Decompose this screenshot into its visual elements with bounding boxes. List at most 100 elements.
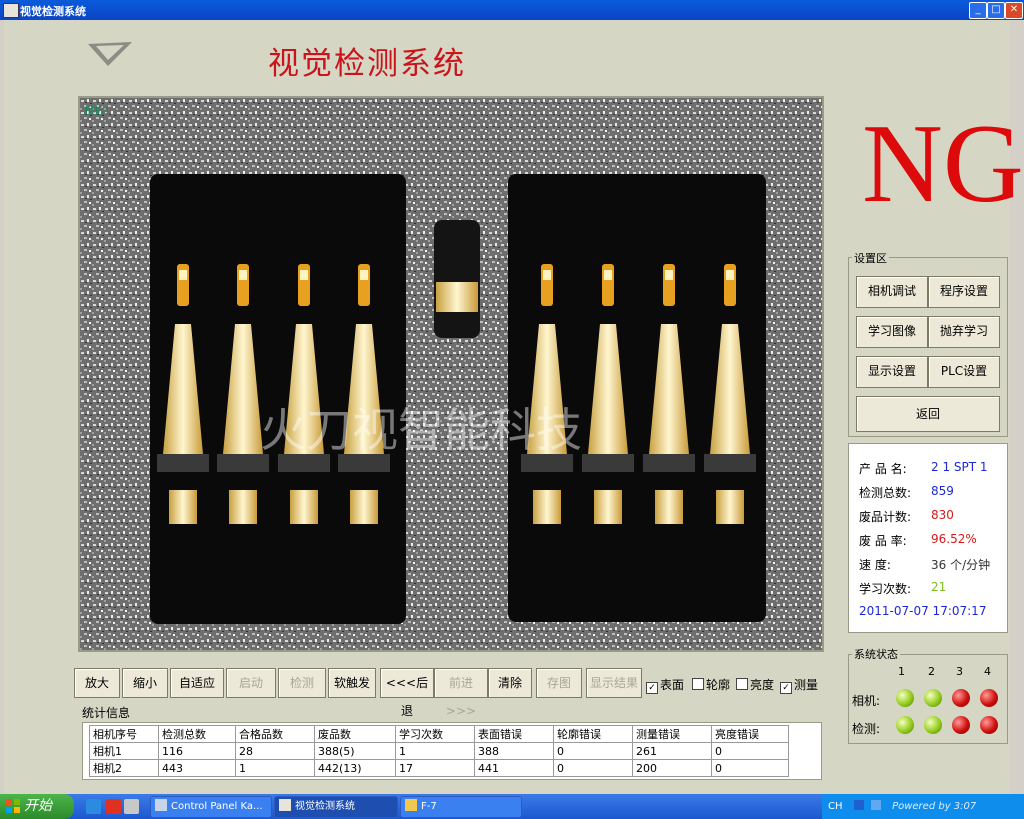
close-button[interactable]: ✕ xyxy=(1005,2,1023,19)
camera-view[interactable]: 火刀视智能科技 相机1 xyxy=(78,96,824,652)
app-icon xyxy=(279,799,291,811)
contour-check-box[interactable] xyxy=(692,678,704,690)
measure-check-label: 测量 xyxy=(794,678,819,692)
datetime: 2011-07-07 17:07:17 xyxy=(859,604,987,618)
return-button[interactable]: 返回 xyxy=(856,396,1000,432)
col-header: 学习次数 xyxy=(395,725,475,743)
camera-status-led-3 xyxy=(952,689,970,707)
quicklaunch-app-icon[interactable] xyxy=(106,799,121,814)
stats-table: 相机序号 检测总数 合格品数 废品数 学习次数 表面错误 轮廓错误 测量错误 亮… xyxy=(89,725,789,777)
discard-learning-button[interactable]: 抛弃学习 xyxy=(928,316,1000,348)
forward-button[interactable]: 前进>>> xyxy=(434,668,488,718)
product-row: 产 品 名: 2 1 SPT 1 xyxy=(859,460,988,477)
settings-group-label: 设置区 xyxy=(852,250,889,266)
product-value: 2 1 SPT 1 xyxy=(931,460,988,474)
learn-count-label: 学习次数: xyxy=(859,582,912,596)
folder-icon xyxy=(405,799,417,811)
task-label: Control Panel Ka... xyxy=(171,801,263,812)
status-col-4: 4 xyxy=(984,665,991,678)
display-settings-button[interactable]: 显示设置 xyxy=(856,356,928,388)
title-bar[interactable]: 视觉检测系统 _ □ ✕ xyxy=(0,0,1024,20)
table-cell: 441 xyxy=(474,759,554,777)
measure-checkbox[interactable]: ✓ 测量 xyxy=(780,676,818,694)
tray-icon[interactable] xyxy=(853,800,864,810)
soft-trigger-button[interactable]: 软触发 xyxy=(328,668,376,698)
surface-check-label: 表面 xyxy=(660,678,685,692)
contour-checkbox[interactable]: 轮廓 xyxy=(692,676,730,693)
table-cell: 0 xyxy=(553,759,633,777)
inspect-total-label: 检测总数: xyxy=(859,486,912,500)
reject-count-label: 废品计数: xyxy=(859,510,912,524)
surface-check-box[interactable]: ✓ xyxy=(646,682,658,694)
start-button[interactable]: 开始 xyxy=(0,794,74,819)
table-row: 相机1 116 28 388(5) 1 388 0 261 0 xyxy=(89,742,789,760)
task-folder[interactable]: F-7 xyxy=(400,796,522,818)
col-header: 表面错误 xyxy=(474,725,554,743)
learn-count-row: 学习次数: 21 xyxy=(859,580,946,597)
taskbar: 开始 Control Panel Ka... 视觉检测系统 F-7 CH Pow… xyxy=(0,794,1024,819)
maximize-button[interactable]: □ xyxy=(987,2,1005,19)
col-header: 合格品数 xyxy=(235,725,315,743)
program-settings-button[interactable]: 程序设置 xyxy=(928,276,1000,308)
table-cell: 1 xyxy=(395,742,475,760)
input-language[interactable]: CH xyxy=(828,801,843,812)
contour-check-label: 轮廓 xyxy=(706,678,731,692)
table-cell: 442(13) xyxy=(314,759,396,777)
learn-count-value: 21 xyxy=(931,580,947,594)
tray-text: Powered by 3:07 xyxy=(892,801,977,812)
back-button[interactable]: <<<后退 xyxy=(380,668,434,718)
task-control-panel[interactable]: Control Panel Ka... xyxy=(150,796,272,818)
minimize-button[interactable]: _ xyxy=(969,2,987,19)
speed-label: 速 度: xyxy=(859,558,891,572)
camera-debug-button[interactable]: 相机调试 xyxy=(856,276,928,308)
detect-status-led-4 xyxy=(980,716,998,734)
col-header: 相机序号 xyxy=(89,725,159,743)
control-panel-icon xyxy=(155,799,167,811)
fit-button[interactable]: 自适应 xyxy=(170,668,224,698)
status-col-2: 2 xyxy=(928,665,935,678)
reject-rate-row: 废 品 率: 96.52% xyxy=(859,532,977,549)
company-logo-icon xyxy=(88,42,132,66)
stats-header-row: 相机序号 检测总数 合格品数 废品数 学习次数 表面错误 轮廓错误 测量错误 亮… xyxy=(89,725,789,743)
measure-check-box[interactable]: ✓ xyxy=(780,682,792,694)
task-label: F-7 xyxy=(421,801,437,812)
show-result-button[interactable]: 显示结果 xyxy=(586,668,642,698)
brightness-checkbox[interactable]: 亮度 xyxy=(736,676,774,693)
table-cell: 0 xyxy=(553,742,633,760)
info-panel: 产 品 名: 2 1 SPT 1 检测总数: 859 废品计数: 830 废 品 率:… xyxy=(848,443,1008,633)
status-group-label: 系统状态 xyxy=(852,646,900,662)
help-icon[interactable] xyxy=(870,800,881,810)
learn-image-button[interactable]: 学习图像 xyxy=(856,316,928,348)
table-cell: 17 xyxy=(395,759,475,777)
detect-status-led-1 xyxy=(896,716,914,734)
brightness-check-box[interactable] xyxy=(736,678,748,690)
surface-checkbox[interactable]: ✓ 表面 xyxy=(646,676,684,694)
clear-button[interactable]: 清除 xyxy=(488,668,532,698)
zoom-in-button[interactable]: 放大 xyxy=(74,668,120,698)
table-cell: 0 xyxy=(711,759,789,777)
zoom-out-button[interactable]: 缩小 xyxy=(122,668,168,698)
table-cell: 443 xyxy=(158,759,236,777)
save-image-button[interactable]: 存图 xyxy=(536,668,582,698)
status-col-1: 1 xyxy=(898,665,905,678)
plc-settings-button[interactable]: PLC设置 xyxy=(928,356,1000,388)
speed-value: 36 个/分钟 xyxy=(931,558,991,572)
table-cell: 388(5) xyxy=(314,742,396,760)
task-vision-system[interactable]: 视觉检测系统 xyxy=(274,796,398,818)
windows-logo-icon xyxy=(6,799,20,813)
ie-icon[interactable] xyxy=(86,799,101,814)
show-desktop-icon[interactable] xyxy=(124,799,139,814)
table-cell: 261 xyxy=(632,742,712,760)
inspect-button[interactable]: 检测 xyxy=(278,668,326,698)
camera-status-led-4 xyxy=(980,689,998,707)
speed-row: 速 度: 36 个/分钟 xyxy=(859,556,990,573)
start-button[interactable]: 启动 xyxy=(226,668,276,698)
camera-status-led-1 xyxy=(896,689,914,707)
detect-status-label: 检测: xyxy=(852,722,881,736)
reject-rate-label: 废 品 率: xyxy=(859,534,907,548)
camera-status-led-2 xyxy=(924,689,942,707)
stats-label: 统计信息 xyxy=(82,706,131,720)
camera-status-label: 相机: xyxy=(852,694,881,708)
table-cell: 388 xyxy=(474,742,554,760)
table-cell: 200 xyxy=(632,759,712,777)
